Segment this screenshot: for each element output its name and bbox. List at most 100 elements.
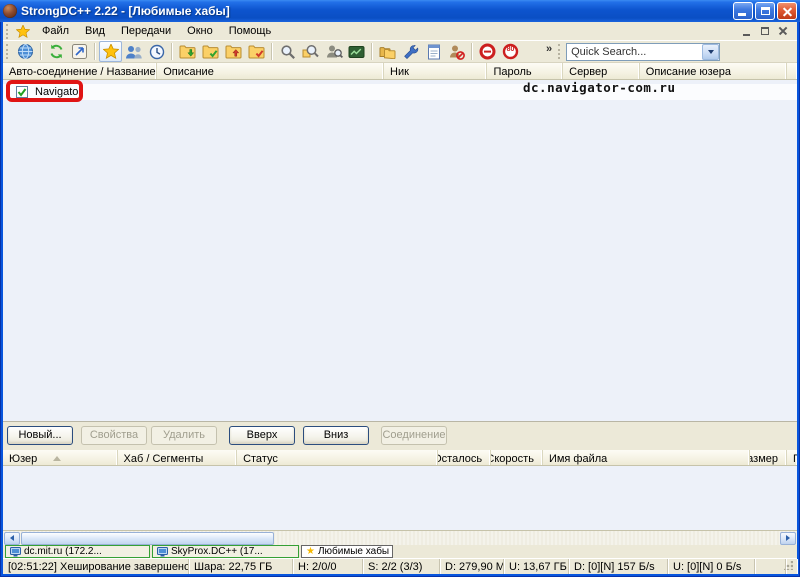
network-statistics-icon[interactable] <box>345 41 368 62</box>
tr-col-timeleft[interactable]: Осталось <box>438 450 491 465</box>
tr-col-speed[interactable]: Скорость <box>491 450 543 465</box>
close-icon[interactable] <box>777 2 797 20</box>
favorite-hubs-star-icon[interactable] <box>99 41 122 62</box>
hub-list-header: Авто-соединение / Название Описание Ник … <box>3 63 797 80</box>
transfer-list-body[interactable] <box>3 466 797 531</box>
search-icon[interactable] <box>276 41 299 62</box>
scroll-left-arrow-icon[interactable] <box>4 532 20 545</box>
tr-col-user[interactable]: Юзер <box>3 450 118 465</box>
hub-col-password[interactable]: Пароль <box>487 63 563 79</box>
move-down-button[interactable]: Вниз <box>303 426 369 445</box>
quick-search-combo[interactable]: Quick Search... <box>566 43 720 61</box>
toolbar-separator <box>94 43 96 60</box>
mdi-minimize-icon[interactable] <box>740 25 755 38</box>
adl-search-icon[interactable] <box>299 41 322 62</box>
sort-ascending-icon <box>53 456 61 461</box>
menubar-grip[interactable] <box>6 24 11 39</box>
hub-col-server[interactable]: Сервер <box>563 63 640 79</box>
hub-col-description[interactable]: Описание <box>157 63 384 79</box>
star-icon: ★ <box>306 547 315 557</box>
hub-button-strip: Новый... Свойства Удалить Вверх Вниз Сое… <box>3 422 797 450</box>
scrollbar-thumb[interactable] <box>21 532 274 545</box>
menu-view[interactable]: Вид <box>77 23 113 40</box>
favorites-window-star-icon[interactable] <box>16 25 30 38</box>
transfer-list-header: Юзер Хаб / Сегменты Статус Осталось Скор… <box>3 450 797 466</box>
toolbar-separator <box>40 43 42 60</box>
hub-row-navigator[interactable]: Navigator <box>3 84 797 100</box>
public-hubs-globe-icon[interactable] <box>14 41 37 62</box>
quick-search-dropdown-icon[interactable] <box>702 44 719 60</box>
search-spy-icon[interactable] <box>322 41 345 62</box>
follow-redirect-icon[interactable] <box>68 41 91 62</box>
mdi-close-icon[interactable] <box>776 25 791 38</box>
status-bar: [02:51:22] Хеширование завершено: ...\vi… <box>3 558 797 574</box>
toolbar-separator <box>471 43 473 60</box>
download-queue-folder-icon[interactable] <box>176 41 199 62</box>
settings-icon[interactable] <box>399 41 422 62</box>
window-controls <box>733 2 797 20</box>
tab-label: dc.mit.ru (172.2... <box>24 546 102 557</box>
hub-list-body[interactable]: Navigator dc.navigator-com.ru <box>3 80 797 422</box>
finished-downloads-folder-icon[interactable] <box>199 41 222 62</box>
notepad-icon[interactable] <box>422 41 445 62</box>
menu-transfers[interactable]: Передачи <box>113 23 179 40</box>
mdi-restore-icon[interactable] <box>758 25 773 38</box>
menu-help[interactable]: Помощь <box>221 23 280 40</box>
reconnect-icon[interactable] <box>45 41 68 62</box>
open-filelist-icon[interactable] <box>376 41 399 62</box>
client-area: Файл Вид Передачи Окно Помощь <box>3 22 797 574</box>
waiting-users-folder-icon[interactable] <box>222 41 245 62</box>
move-up-button[interactable]: Вверх <box>229 426 295 445</box>
annotation-server-text: dc.navigator-com.ru <box>523 80 676 95</box>
menu-window[interactable]: Окно <box>179 23 221 40</box>
quick-search-input[interactable]: Quick Search... <box>567 46 702 58</box>
limiter-icon[interactable] <box>476 41 499 62</box>
toolbar-overflow-chevron-icon[interactable]: » <box>546 43 552 55</box>
hub-col-nick[interactable]: Ник <box>384 63 487 79</box>
tab-hub-skyprox[interactable]: SkyProx.DC++ (17... <box>152 545 299 558</box>
title-bar[interactable]: StrongDC++ 2.22 - [Любимые хабы] <box>0 0 800 22</box>
tr-col-size[interactable]: Размер <box>750 450 787 465</box>
tab-favorite-hubs[interactable]: ★ Любимые хабы <box>301 545 393 558</box>
recent-hubs-clock-icon[interactable] <box>145 41 168 62</box>
hub-col-autoconnect-name[interactable]: Авто-соединение / Название <box>3 63 157 79</box>
scroll-right-arrow-icon[interactable] <box>780 532 796 545</box>
resize-grip[interactable] <box>784 561 793 570</box>
status-uploaded: U: 13,67 ГБ <box>504 559 569 574</box>
speed-limit-label: 80 <box>499 46 522 53</box>
horizontal-scrollbar[interactable] <box>3 531 797 545</box>
status-slots: S: 2/2 (3/3) <box>363 559 440 574</box>
status-up-speed: U: [0][N] 0 Б/s <box>668 559 755 574</box>
status-downloaded: D: 279,90 МБ <box>440 559 504 574</box>
minimize-icon[interactable] <box>733 2 753 20</box>
favorite-users-icon[interactable] <box>122 41 145 62</box>
new-button[interactable]: Новый... <box>7 426 73 445</box>
toolbar-separator <box>371 43 373 60</box>
window-tab-bar: dc.mit.ru (172.2... SkyProx.DC++ (17... … <box>3 545 797 558</box>
quicksearch-grip[interactable] <box>558 44 563 59</box>
tr-col-status[interactable]: Статус <box>237 450 438 465</box>
tr-col-truncated[interactable]: Г <box>787 450 797 465</box>
tr-col-hub-segments[interactable]: Хаб / Сегменты <box>118 450 238 465</box>
menu-file[interactable]: Файл <box>34 23 77 40</box>
tab-hub-dcmitru[interactable]: dc.mit.ru (172.2... <box>5 545 150 558</box>
status-message: [02:51:22] Хеширование завершено: ...\vi <box>3 559 189 574</box>
status-share: Шара: 22,75 ГБ <box>189 559 293 574</box>
hub-col-user-description[interactable]: Описание юзера <box>640 63 787 79</box>
finished-uploads-folder-icon[interactable] <box>245 41 268 62</box>
toolbar: 80 » Quick Search... <box>3 40 797 63</box>
status-hubs: H: 2/0/0 <box>293 559 363 574</box>
speed-limit-icon[interactable]: 80 <box>499 41 522 62</box>
status-empty-1 <box>755 559 786 574</box>
tr-col-filename[interactable]: Имя файла <box>543 450 750 465</box>
annotation-highlight-box <box>6 80 83 102</box>
hub-tab-icon <box>10 547 21 557</box>
hub-tab-icon <box>157 547 168 557</box>
properties-button: Свойства <box>81 426 147 445</box>
menu-bar: Файл Вид Передачи Окно Помощь <box>3 22 797 40</box>
ignored-users-icon[interactable] <box>445 41 468 62</box>
restore-icon[interactable] <box>755 2 775 20</box>
toolbar-grip[interactable] <box>6 44 11 59</box>
remove-button: Удалить <box>151 426 217 445</box>
tab-label: SkyProx.DC++ (17... <box>171 546 263 557</box>
